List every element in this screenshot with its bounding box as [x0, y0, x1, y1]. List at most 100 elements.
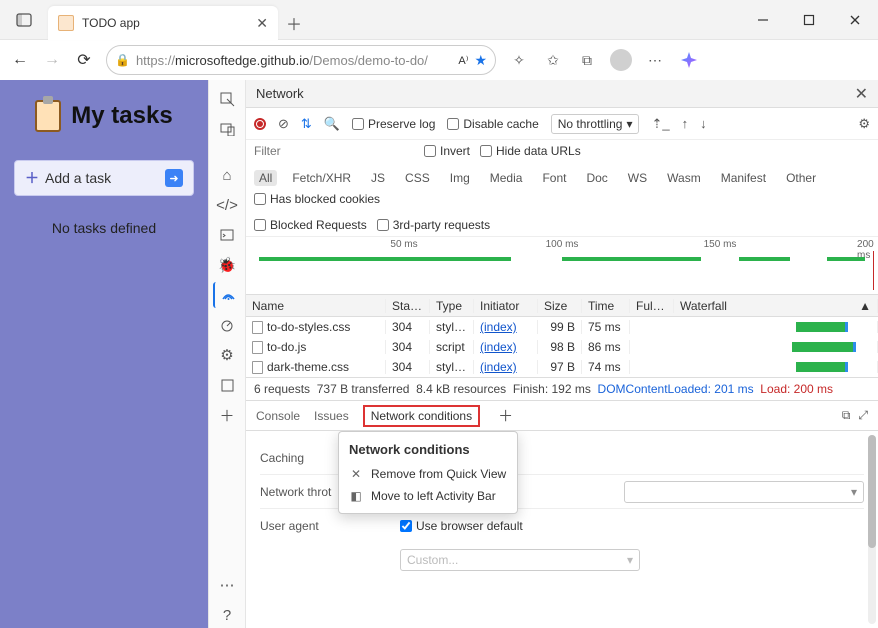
- welcome-icon[interactable]: ⌂: [213, 162, 241, 188]
- hide-data-urls-checkbox[interactable]: Hide data URLs: [480, 144, 581, 158]
- collections-icon[interactable]: ⧉: [576, 52, 598, 69]
- devtools-close-button[interactable]: ✕: [855, 84, 868, 104]
- profile-avatar[interactable]: [610, 49, 632, 71]
- more-tools-icon[interactable]: ＋: [213, 402, 241, 428]
- network-summary: 6 requests 737 B transferred 8.4 kB reso…: [246, 378, 878, 401]
- address-bar[interactable]: 🔒 https://microsoftedge.github.io/Demos/…: [106, 45, 496, 75]
- sources-icon[interactable]: 🐞: [213, 252, 241, 278]
- filter-doc[interactable]: Doc: [581, 170, 612, 186]
- col-size[interactable]: Size: [538, 299, 582, 313]
- favicon-icon: [58, 15, 74, 31]
- read-aloud-icon[interactable]: A⁾: [458, 54, 468, 67]
- invert-checkbox[interactable]: Invert: [424, 144, 470, 158]
- plus-icon: ＋: [25, 168, 39, 188]
- refresh-button[interactable]: ⟳: [74, 50, 94, 70]
- filter-img[interactable]: Img: [445, 170, 475, 186]
- col-waterfall[interactable]: Waterfall▲: [674, 299, 878, 313]
- record-button[interactable]: [254, 118, 266, 130]
- filter-fetch[interactable]: Fetch/XHR: [287, 170, 356, 186]
- drawer-add-tab-button[interactable]: ＋: [494, 405, 517, 426]
- has-blocked-cookies-checkbox[interactable]: Has blocked cookies: [254, 192, 380, 206]
- more-icon[interactable]: ⋯: [644, 52, 666, 69]
- expand-icon[interactable]: ⤢: [858, 408, 868, 423]
- drawer-tab-issues[interactable]: Issues: [314, 409, 349, 423]
- performance-icon[interactable]: [213, 312, 241, 338]
- dock-icon[interactable]: ⧉: [842, 408, 851, 423]
- filter-js[interactable]: JS: [366, 170, 390, 186]
- drawer-scrollbar[interactable]: [868, 435, 876, 624]
- submit-task-button[interactable]: ➜: [165, 169, 183, 187]
- timeline-overview[interactable]: 50 ms 100 ms 150 ms 200 ms: [246, 237, 878, 295]
- panel-icon: ◧: [349, 489, 363, 503]
- network-icon[interactable]: [213, 282, 241, 308]
- table-row[interactable]: dark-theme.css304style...(index)97 B74 m…: [246, 357, 878, 377]
- table-row[interactable]: to-do-styles.css304style...(index)99 B75…: [246, 317, 878, 337]
- col-time[interactable]: Time: [582, 299, 630, 313]
- browser-tab[interactable]: TODO app ✕: [48, 6, 278, 40]
- forward-button: →: [42, 51, 62, 69]
- col-name[interactable]: Name: [246, 299, 386, 313]
- col-initiator[interactable]: Initiator: [474, 299, 538, 313]
- new-tab-button[interactable]: ＋: [278, 6, 310, 40]
- filter-other[interactable]: Other: [781, 170, 821, 186]
- context-menu-title: Network conditions: [339, 438, 517, 463]
- throttling-select-drawer[interactable]: ▾: [624, 481, 864, 503]
- clear-button[interactable]: ⊘: [278, 116, 289, 132]
- elements-icon[interactable]: </>: [213, 192, 241, 218]
- search-icon[interactable]: 🔍: [324, 116, 340, 132]
- page-content: My tasks ＋ Add a task ➜ No tasks defined: [0, 80, 208, 628]
- filter-media[interactable]: Media: [485, 170, 528, 186]
- inspect-icon[interactable]: [213, 86, 241, 112]
- copilot-icon[interactable]: [678, 49, 700, 71]
- filter-manifest[interactable]: Manifest: [716, 170, 771, 186]
- table-row[interactable]: to-do.js304script(index)98 B86 ms: [246, 337, 878, 357]
- col-status[interactable]: Status: [386, 299, 430, 313]
- filter-wasm[interactable]: Wasm: [662, 170, 706, 186]
- network-conditions-drawer: Caching Network throt ▾ User agent Use b…: [246, 431, 878, 628]
- export-har-icon[interactable]: ↓: [700, 116, 707, 131]
- filter-ws[interactable]: WS: [623, 170, 652, 186]
- clipboard-icon: [35, 100, 61, 132]
- user-agent-select[interactable]: Custom...▾: [400, 549, 640, 571]
- filter-font[interactable]: Font: [537, 170, 571, 186]
- panel-title: Network: [256, 86, 304, 101]
- network-conditions-icon[interactable]: ⇡_: [651, 116, 669, 132]
- lock-icon: 🔒: [115, 53, 130, 67]
- context-menu-move[interactable]: ◧Move to left Activity Bar: [339, 485, 517, 507]
- drawer-tab-console[interactable]: Console: [256, 409, 300, 423]
- filter-css[interactable]: CSS: [400, 170, 435, 186]
- memory-icon[interactable]: ⚙: [213, 342, 241, 368]
- use-browser-default-checkbox[interactable]: Use browser default: [400, 519, 523, 533]
- filter-all[interactable]: All: [254, 170, 277, 186]
- preserve-log-checkbox[interactable]: Preserve log: [352, 117, 435, 131]
- blocked-requests-checkbox[interactable]: Blocked Requests: [254, 218, 367, 232]
- window-close-button[interactable]: [832, 0, 878, 40]
- back-button[interactable]: ←: [10, 51, 30, 69]
- third-party-checkbox[interactable]: 3rd-party requests: [377, 218, 490, 232]
- tab-actions-icon[interactable]: [0, 0, 48, 40]
- throttling-select[interactable]: No throttling ▾: [551, 114, 640, 134]
- device-icon[interactable]: [213, 116, 241, 142]
- disable-cache-checkbox[interactable]: Disable cache: [447, 117, 538, 131]
- help-icon[interactable]: ?: [213, 602, 241, 628]
- context-menu-remove[interactable]: ✕Remove from Quick View: [339, 463, 517, 485]
- net-settings-icon[interactable]: ⚙: [858, 116, 870, 132]
- import-har-icon[interactable]: ↑: [682, 116, 689, 131]
- application-icon[interactable]: [213, 372, 241, 398]
- favorite-icon[interactable]: ★: [474, 52, 487, 69]
- col-type[interactable]: Type: [430, 299, 474, 313]
- col-fulfilled[interactable]: Fulfil...: [630, 299, 674, 313]
- add-task-input[interactable]: ＋ Add a task ➜: [14, 160, 194, 196]
- devtools-activity-bar: ⌂ </> 🐞 ⚙ ＋ ⋯ ?: [208, 80, 246, 628]
- drawer-tab-network-conditions[interactable]: Network conditions: [363, 405, 480, 427]
- file-icon: [252, 341, 263, 354]
- extensions-icon[interactable]: ✧: [508, 52, 530, 69]
- console-icon[interactable]: [213, 222, 241, 248]
- filter-input[interactable]: [254, 144, 414, 158]
- favorites-icon[interactable]: ✩: [542, 52, 564, 69]
- settings-dots-icon[interactable]: ⋯: [213, 572, 241, 598]
- window-maximize-button[interactable]: [786, 0, 832, 40]
- filter-toggle-icon[interactable]: ⇅: [301, 116, 312, 132]
- close-tab-button[interactable]: ✕: [256, 15, 268, 32]
- window-minimize-button[interactable]: [740, 0, 786, 40]
